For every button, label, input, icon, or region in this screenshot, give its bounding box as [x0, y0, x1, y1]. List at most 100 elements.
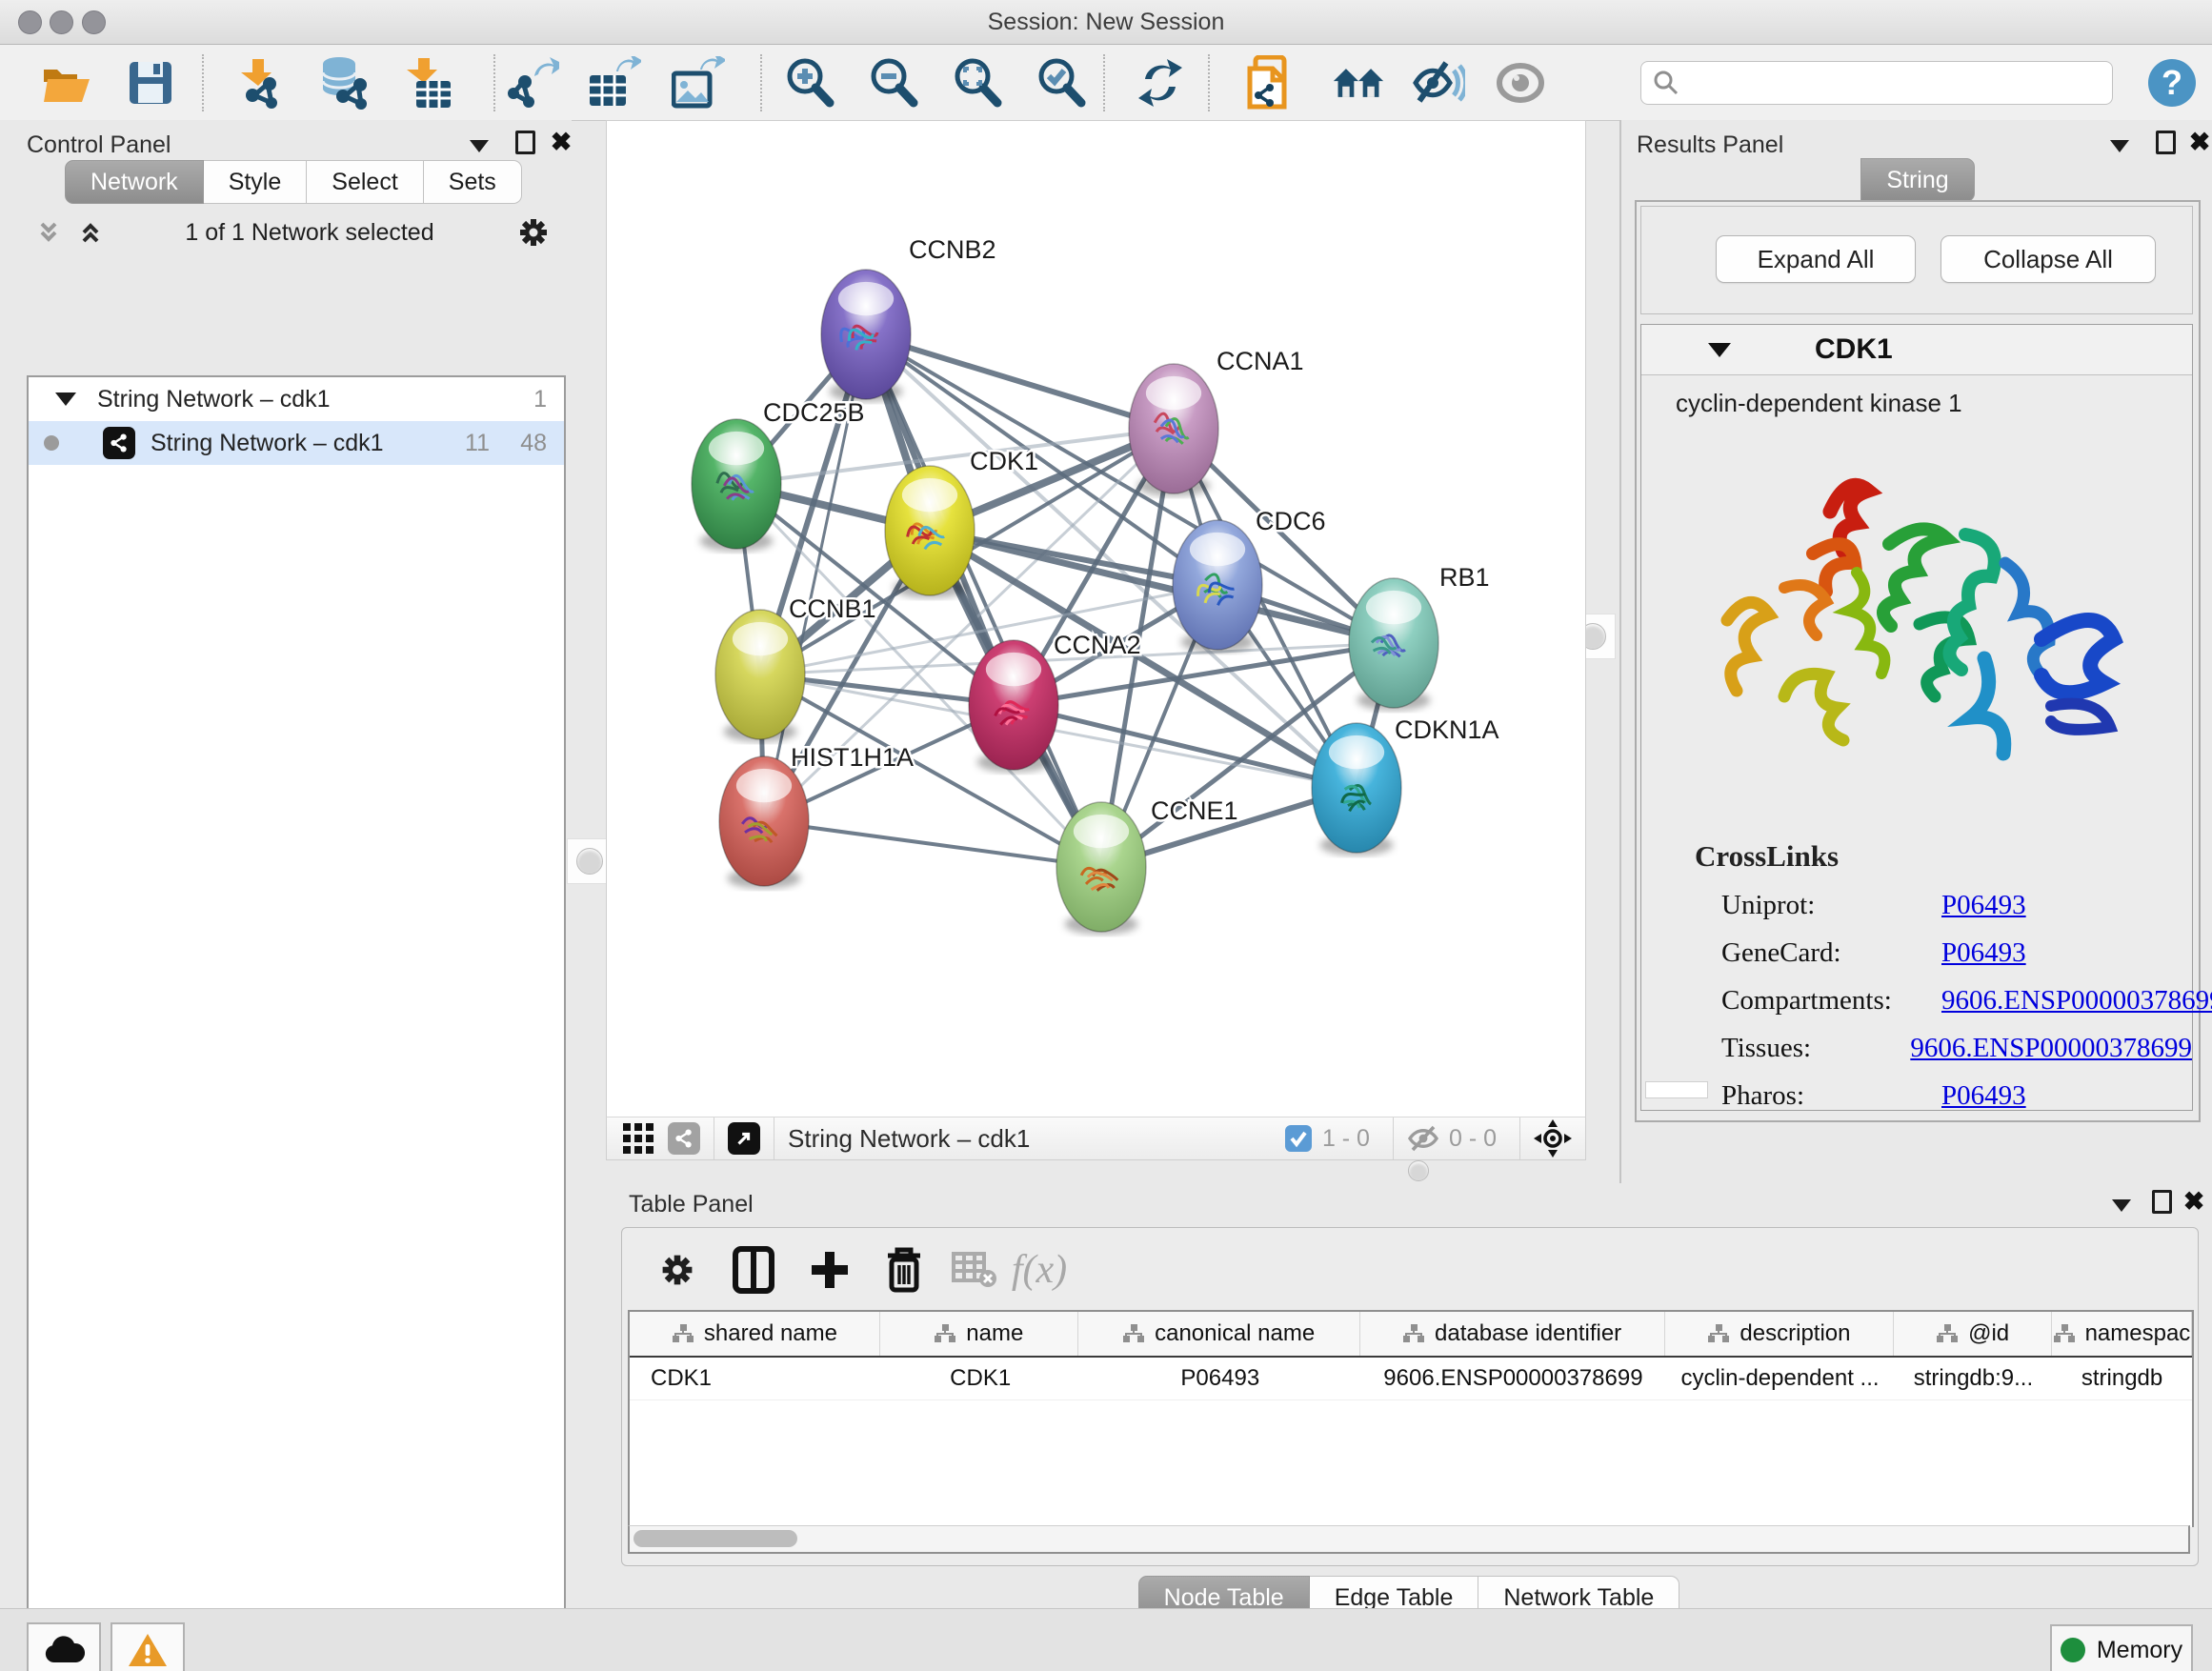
- column-header-shared-name[interactable]: shared name: [630, 1312, 880, 1356]
- gene-expander-icon[interactable]: [1708, 343, 1731, 357]
- selected-nodes-checkbox-icon[interactable]: [1284, 1124, 1313, 1153]
- collapse-all-button[interactable]: Collapse All: [1941, 235, 2156, 283]
- bottom-splitter-handle[interactable]: [1408, 1160, 1429, 1181]
- hide-selected-icon[interactable]: [1412, 58, 1465, 108]
- network-share-icon[interactable]: [668, 1122, 700, 1155]
- section-scrollbar[interactable]: [1645, 1081, 1708, 1098]
- collapse-all-icon[interactable]: [34, 218, 63, 247]
- network-node-ccne1[interactable]: CCNE1: [1056, 796, 1238, 935]
- results-panel-float-icon[interactable]: [2149, 128, 2182, 156]
- crosslink-link[interactable]: 9606.ENSP00000378699: [1941, 985, 2212, 1016]
- network-edge[interactable]: [764, 821, 1101, 867]
- export-image-icon[interactable]: [672, 58, 725, 108]
- table-cell[interactable]: CDK1: [881, 1358, 1079, 1399]
- table-panel-close-icon[interactable]: ✖: [2178, 1187, 2210, 1216]
- network-node-ccnb2[interactable]: CCNB2: [821, 235, 996, 402]
- gene-name: CDK1: [1815, 333, 1893, 366]
- column-header-database-identifier[interactable]: database identifier: [1360, 1312, 1665, 1356]
- table-cell[interactable]: CDK1: [630, 1358, 881, 1399]
- save-session-icon[interactable]: [124, 58, 177, 108]
- control-panel-float-icon[interactable]: [509, 128, 541, 156]
- search-input[interactable]: [1640, 61, 2113, 105]
- open-session-icon[interactable]: [40, 58, 93, 108]
- network-options-gear-icon[interactable]: [514, 213, 553, 252]
- results-panel-close-icon[interactable]: ✖: [2183, 128, 2212, 156]
- birdseye-grid-icon[interactable]: [622, 1122, 654, 1155]
- zoom-out-icon[interactable]: [867, 58, 920, 108]
- network-node-ccna1[interactable]: CCNA1: [1129, 347, 1304, 496]
- results-panel-menu-icon[interactable]: [2103, 131, 2136, 160]
- column-header--id[interactable]: @id: [1894, 1312, 2052, 1356]
- hidden-eye-slash-icon[interactable]: [1407, 1125, 1439, 1152]
- network-node-ccna2[interactable]: CCNA2: [969, 631, 1141, 773]
- network-node-rb1[interactable]: RB1: [1349, 563, 1490, 711]
- expand-all-icon[interactable]: [76, 218, 105, 247]
- table-panel-float-icon[interactable]: [2145, 1187, 2178, 1216]
- crosslink-row: Compartments:9606.ENSP00000378699: [1641, 985, 2192, 1017]
- memory-button[interactable]: Memory: [2050, 1624, 2193, 1671]
- network-edge[interactable]: [1014, 705, 1357, 788]
- network-node-hist1h1a[interactable]: HIST1H1A: [719, 743, 914, 889]
- refresh-icon[interactable]: [1134, 58, 1187, 108]
- column-header-namespac[interactable]: namespac: [2052, 1312, 2192, 1356]
- export-table-icon[interactable]: [588, 58, 641, 108]
- network-edge[interactable]: [866, 334, 1101, 867]
- control-panel-menu-icon[interactable]: [463, 131, 495, 160]
- crosslink-link[interactable]: P06493: [1941, 937, 2026, 968]
- export-network-icon[interactable]: [507, 58, 560, 108]
- import-table-icon[interactable]: [402, 58, 455, 108]
- warning-status-button[interactable]: [111, 1622, 185, 1671]
- tab-style[interactable]: Style: [204, 160, 308, 204]
- table-cell[interactable]: cyclin-dependent ...: [1665, 1358, 1895, 1399]
- column-header-description[interactable]: description: [1665, 1312, 1895, 1356]
- table-options-gear-icon[interactable]: [651, 1243, 704, 1297]
- clone-network-icon[interactable]: [1243, 58, 1297, 108]
- network-edge[interactable]: [866, 334, 1174, 429]
- table-cell[interactable]: P06493: [1079, 1358, 1361, 1399]
- show-eye-icon[interactable]: [1494, 58, 1547, 108]
- add-column-icon[interactable]: [803, 1243, 856, 1297]
- zoom-fit-icon[interactable]: [951, 58, 1004, 108]
- expand-all-button[interactable]: Expand All: [1716, 235, 1916, 283]
- delete-column-icon[interactable]: [877, 1243, 931, 1297]
- gene-section-header[interactable]: CDK1: [1641, 325, 2192, 375]
- table-horizontal-scrollbar[interactable]: [628, 1525, 2190, 1554]
- home-networks-icon[interactable]: [1332, 58, 1385, 108]
- crosslink-link[interactable]: P06493: [1941, 890, 2026, 920]
- table-cell[interactable]: stringdb: [2052, 1358, 2192, 1399]
- table-cell[interactable]: 9606.ENSP00000378699: [1361, 1358, 1666, 1399]
- status-bar: Memory: [0, 1608, 2212, 1671]
- help-icon[interactable]: ?: [2145, 58, 2199, 108]
- tab-network[interactable]: Network: [65, 160, 204, 204]
- import-network-icon[interactable]: [231, 58, 284, 108]
- zoom-in-icon[interactable]: [783, 58, 836, 108]
- tab-string[interactable]: String: [1860, 158, 1974, 202]
- tab-select[interactable]: Select: [307, 160, 423, 204]
- network-node-count: 11: [465, 430, 490, 457]
- cloud-status-button[interactable]: [27, 1622, 101, 1671]
- network-node-cdkn1a[interactable]: CDKN1A: [1312, 715, 1499, 856]
- network-node-cdc6[interactable]: CDC6: [1173, 507, 1326, 653]
- network-row-selected[interactable]: String Network – cdk1 11 48: [29, 421, 564, 465]
- tab-sets[interactable]: Sets: [424, 160, 522, 204]
- crosslinks-block: CrossLinks Uniprot:P06493GeneCard:P06493…: [1641, 839, 2192, 1112]
- control-panel-close-icon[interactable]: ✖: [545, 128, 577, 156]
- zoom-selected-icon[interactable]: [1035, 58, 1088, 108]
- table-cell[interactable]: stringdb:9...: [1895, 1358, 2052, 1399]
- column-header-canonical-name[interactable]: canonical name: [1078, 1312, 1360, 1356]
- crosslink-link[interactable]: P06493: [1941, 1080, 2026, 1111]
- open-in-browser-icon[interactable]: [728, 1122, 760, 1155]
- import-database-icon[interactable]: [316, 58, 370, 108]
- string-network-graph[interactable]: CCNB2CCNA1CDC25BCDK1CDC6RB1CCNB1CCNA2CDK…: [607, 121, 1585, 1117]
- fit-crosshair-icon[interactable]: [1534, 1119, 1572, 1158]
- crosslink-link[interactable]: 9606.ENSP00000378699: [1910, 1033, 2192, 1063]
- scrollbar-thumb[interactable]: [633, 1530, 797, 1547]
- show-columns-icon[interactable]: [727, 1243, 780, 1297]
- table-row[interactable]: CDK1CDK1P064939606.ENSP00000378699cyclin…: [630, 1358, 2192, 1400]
- table-panel-menu-icon[interactable]: [2105, 1191, 2138, 1219]
- collection-expander-icon[interactable]: [55, 393, 76, 406]
- control-panel: Control Panel ✖ NetworkStyleSelectSets 1…: [0, 120, 572, 1606]
- column-header-name[interactable]: name: [880, 1312, 1078, 1356]
- network-view-canvas[interactable]: CCNB2CCNA1CDC25BCDK1CDC6RB1CCNB1CCNA2CDK…: [606, 120, 1586, 1118]
- network-collection-row[interactable]: String Network – cdk1 1: [29, 377, 564, 421]
